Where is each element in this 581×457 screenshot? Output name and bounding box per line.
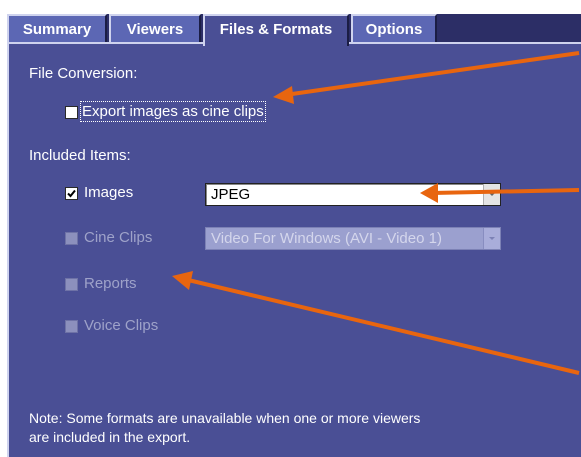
reports-label: Reports: [84, 275, 137, 292]
images-label[interactable]: Images: [84, 184, 133, 201]
tab-summary[interactable]: Summary: [7, 14, 107, 42]
voice-clips-label: Voice Clips: [84, 317, 159, 334]
images-format-select[interactable]: JPEG: [205, 183, 501, 206]
tab-viewers[interactable]: Viewers: [109, 14, 201, 42]
tab-summary-label: Summary: [22, 21, 92, 38]
tab-files-formats[interactable]: Files & Formats: [203, 14, 349, 46]
check-icon: [67, 189, 76, 198]
tab-options-label: Options: [365, 21, 423, 38]
export-cine-checkbox[interactable]: [65, 106, 78, 119]
images-checkbox[interactable]: [65, 187, 78, 200]
images-format-value: JPEG: [211, 186, 251, 203]
files-formats-panel: File Conversion: Export images as cine c…: [7, 42, 581, 457]
cine-clips-format-select[interactable]: Video For Windows (AVI - Video 1): [205, 227, 501, 250]
tab-files-formats-label: Files & Formats: [219, 21, 333, 38]
tab-options[interactable]: Options: [351, 14, 437, 42]
voice-clips-checkbox[interactable]: [65, 320, 78, 333]
chevron-down-icon[interactable]: [483, 228, 500, 249]
note-line-2: are included in the export.: [29, 429, 191, 445]
tab-viewers-label: Viewers: [126, 21, 184, 38]
file-conversion-heading: File Conversion:: [29, 65, 138, 82]
export-cine-label[interactable]: Export images as cine clips: [80, 101, 266, 122]
chevron-down-icon[interactable]: [483, 184, 500, 205]
cine-clips-label: Cine Clips: [84, 229, 153, 246]
reports-checkbox[interactable]: [65, 278, 78, 291]
note-line-1: Note: Some formats are unavailable when …: [29, 410, 421, 426]
cine-clips-checkbox[interactable]: [65, 232, 78, 245]
tab-bar: Summary Viewers Files & Formats Options: [7, 14, 581, 46]
export-dialog: Summary Viewers Files & Formats Options …: [0, 0, 581, 457]
cine-clips-format-value: Video For Windows (AVI - Video 1): [211, 230, 442, 247]
included-items-heading: Included Items:: [29, 147, 131, 164]
